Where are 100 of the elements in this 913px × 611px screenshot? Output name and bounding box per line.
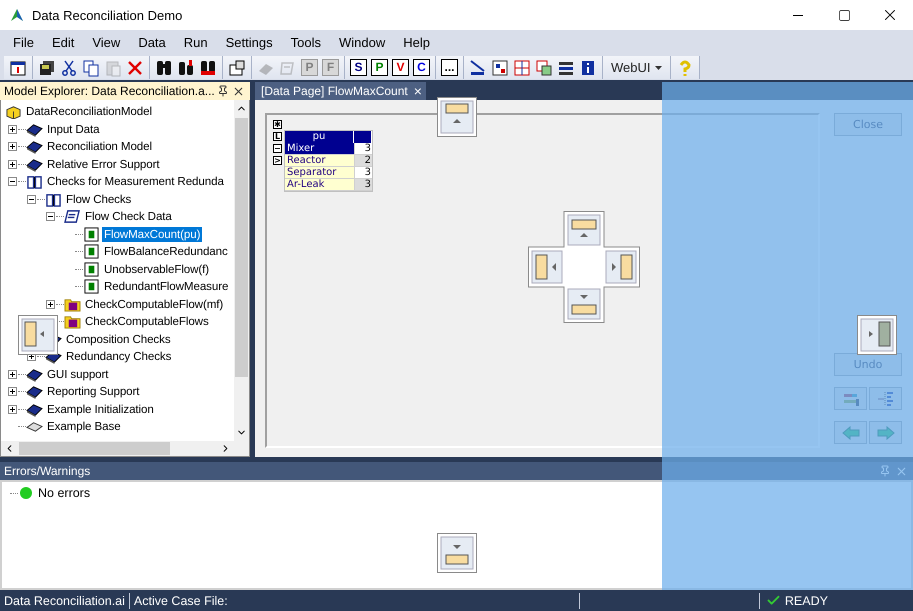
copy-button[interactable] [81, 58, 101, 78]
tree-item[interactable]: GUI support [45, 366, 110, 382]
tree-item[interactable]: Flow Checks [64, 192, 134, 207]
menu-item[interactable]: Data [129, 35, 175, 50]
tree-item[interactable]: Input Data [45, 122, 102, 137]
tree-item[interactable]: Example Base [45, 419, 123, 434]
window-title: Data Reconciliation Demo [32, 8, 184, 22]
floppy-stack-icon [38, 58, 56, 76]
dock-guide-icon[interactable] [18, 315, 58, 355]
tree-item[interactable]: Redundancy Checks [64, 349, 174, 364]
app-logo-icon [10, 8, 24, 22]
tree-item[interactable]: UnobservableFlow(f) [102, 262, 212, 277]
menu-item[interactable]: Settings [216, 35, 282, 50]
scroll-icon [64, 209, 81, 224]
expand-toggle-icon[interactable] [8, 142, 17, 152]
menu-item[interactable]: File [4, 35, 43, 50]
menu-item[interactable]: View [83, 35, 130, 50]
tree-item[interactable]: Example Initialization [45, 402, 156, 417]
row-header[interactable]: Mixer [285, 143, 354, 155]
copy-icon [82, 58, 100, 76]
properties-icon [228, 58, 246, 76]
tree-item[interactable]: CheckComputableFlow(mf) [83, 296, 226, 312]
scissors-icon [60, 58, 78, 76]
panel-title: Model Explorer: Data Reconciliation.a... [4, 84, 215, 98]
paste-icon [104, 58, 122, 76]
tree-item[interactable]: Flow Check Data [83, 209, 174, 224]
grid-button[interactable] [512, 58, 532, 78]
grid-button[interactable] [534, 58, 554, 78]
toolbar-button[interactable]: C [413, 59, 430, 76]
expand-toggle-icon[interactable] [8, 404, 17, 414]
dock-guide-icon[interactable] [437, 533, 477, 573]
collapse-toggle-icon[interactable] [8, 177, 17, 186]
grid-toggle[interactable]: ✱ [273, 120, 282, 129]
expand-toggle-icon[interactable] [8, 370, 17, 379]
tree-item[interactable]: FlowMaxCount(pu) [102, 226, 202, 242]
grid-toggle[interactable]: > [273, 156, 282, 165]
table-cell: 2 [354, 155, 372, 167]
close-icon [232, 84, 245, 98]
pin-icon [216, 85, 229, 97]
tab-close-button[interactable]: × [414, 84, 422, 98]
dock-guide-icon[interactable] [528, 211, 640, 323]
tree-item[interactable]: DataReconciliationModel [24, 104, 154, 120]
binoculars-icon [199, 58, 217, 76]
grid-button[interactable] [490, 58, 510, 78]
tree-item[interactable]: CheckComputableFlows [83, 314, 211, 330]
dock-guide-icon[interactable] [437, 97, 477, 137]
toolbar-button[interactable]: ... [441, 59, 458, 76]
folder-icon [64, 296, 81, 312]
menu-item[interactable]: Edit [42, 35, 84, 50]
grid-icon [491, 58, 509, 76]
tree-item[interactable]: Composition Checks [64, 332, 173, 347]
collapse-toggle-icon[interactable] [46, 212, 55, 222]
horizontal-scrollbar[interactable] [1, 441, 234, 456]
collapse-toggle-icon[interactable] [27, 194, 36, 204]
status-text: READY [760, 593, 828, 608]
caret-icon [654, 66, 662, 70]
maximize-icon [838, 8, 850, 22]
column-header [354, 131, 372, 143]
table-cell: 3 [354, 143, 372, 155]
status-text: Data Reconciliation.ai [0, 592, 130, 608]
toolbar-button[interactable]: P [371, 59, 388, 76]
expand-toggle-icon[interactable] [8, 124, 17, 134]
menu-item[interactable]: Run [174, 35, 217, 50]
grid-icon [535, 58, 553, 76]
row-header[interactable]: Reactor [285, 155, 354, 167]
tree-item[interactable]: Checks for Measurement Redunda [45, 174, 226, 190]
tree-item[interactable]: Relative Error Support [45, 156, 162, 172]
binoculars-button[interactable] [176, 58, 196, 78]
grid-icon [513, 58, 531, 76]
dock-guide-icon[interactable] [857, 315, 897, 355]
tree-item[interactable]: Reconciliation Model [45, 139, 154, 154]
delete-icon [126, 58, 144, 76]
menu-item[interactable]: Tools [282, 35, 330, 50]
row-header[interactable]: Ar-Leak [285, 179, 354, 191]
vertical-scrollbar[interactable] [234, 100, 249, 441]
calendar-icon [9, 58, 27, 76]
document-tab[interactable]: [Data Page] FlowMaxCount × [255, 82, 426, 100]
tree-item[interactable]: FlowBalanceRedundanc [102, 244, 230, 260]
column-header: pu [285, 131, 354, 143]
grid-toggle[interactable]: − [273, 144, 282, 153]
tree-item[interactable]: Reporting Support [45, 384, 142, 400]
expand-toggle-icon[interactable] [8, 160, 17, 169]
tree-item[interactable]: RedundantFlowMeasure [102, 279, 230, 294]
binoculars-icon [177, 58, 195, 76]
panel-title: Errors/Warnings [4, 464, 92, 478]
toolbar-button[interactable]: V [392, 59, 409, 76]
menu-item[interactable]: Window [330, 35, 394, 50]
document-icon [83, 279, 100, 294]
row-header[interactable]: Separator [285, 167, 354, 179]
expand-toggle-icon[interactable] [8, 387, 17, 396]
binoculars-icon [155, 58, 173, 76]
grid-toggle[interactable]: L [273, 132, 282, 141]
open-book-icon [45, 192, 62, 207]
message-text: No errors [38, 486, 90, 500]
menu-item[interactable]: Help [394, 35, 439, 50]
toolbar-button[interactable]: S [350, 59, 367, 76]
table-cell: 3 [354, 167, 372, 179]
expand-toggle-icon[interactable] [46, 300, 55, 309]
table-cell: 3 [354, 179, 372, 191]
properties-button[interactable] [227, 58, 247, 78]
